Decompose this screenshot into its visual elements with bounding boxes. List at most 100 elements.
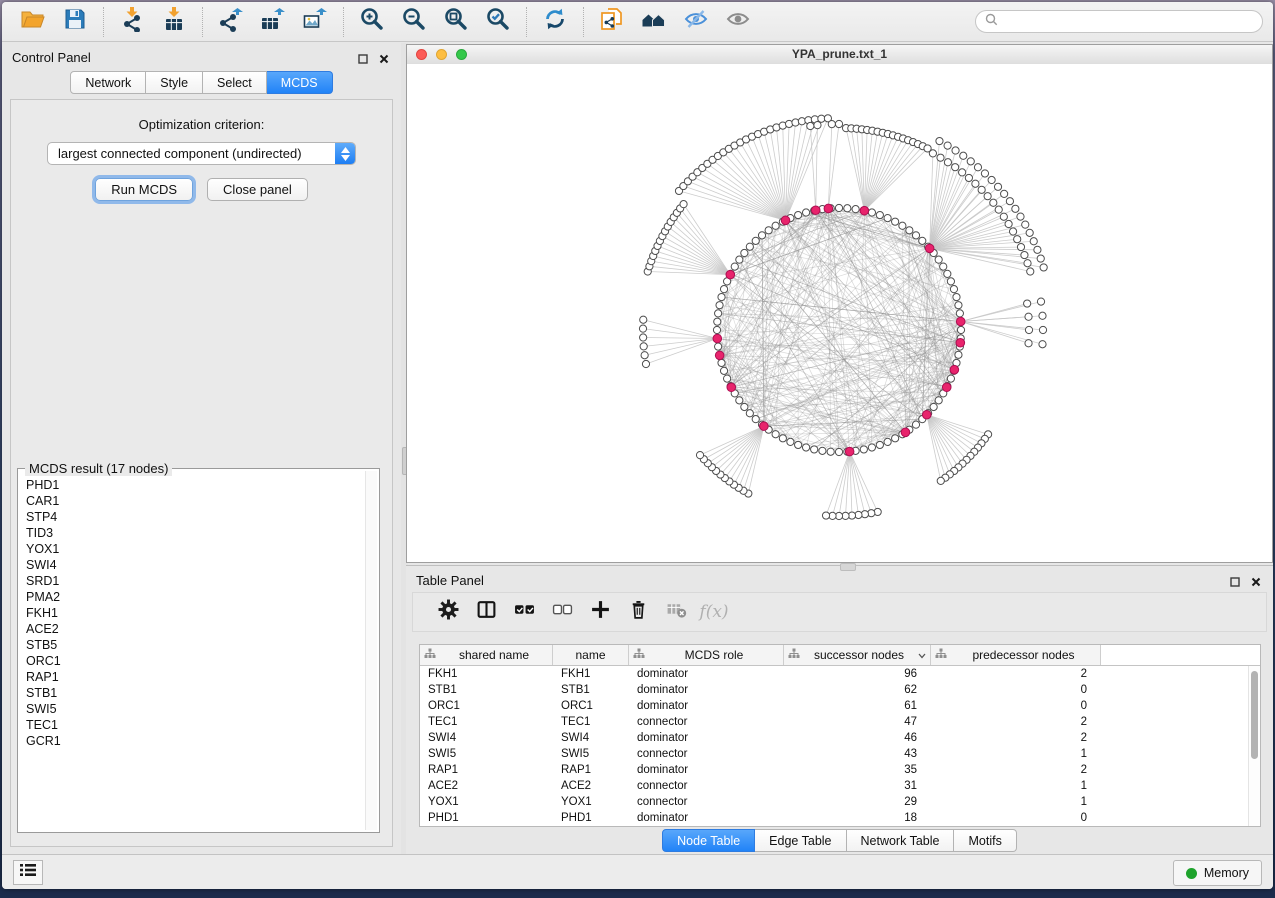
cell-predecessor-nodes: 1 — [931, 794, 1101, 810]
zoom-fit-button[interactable] — [435, 6, 477, 38]
table-row[interactable]: ORC1ORC1dominator610 — [420, 698, 1260, 714]
tab-mcds[interactable]: MCDS — [267, 71, 333, 94]
table-row[interactable]: PHD1PHD1dominator180 — [420, 810, 1260, 826]
refresh-button[interactable] — [534, 6, 576, 38]
cell-predecessor-nodes: 1 — [931, 778, 1101, 794]
mcds-result-item[interactable]: CAR1 — [26, 493, 365, 509]
table-scrollbar-thumb[interactable] — [1251, 671, 1258, 759]
mcds-panel: Optimization criterion: largest connecte… — [10, 99, 393, 847]
cell-predecessor-nodes: 0 — [931, 698, 1101, 714]
add-button[interactable] — [581, 597, 619, 627]
zoom-out-button[interactable] — [393, 6, 435, 38]
settings-button[interactable] — [429, 597, 467, 627]
table-row[interactable]: YOX1YOX1connector291 — [420, 794, 1260, 810]
close-panel-button[interactable]: Close panel — [207, 178, 308, 201]
open-button[interactable] — [12, 6, 54, 38]
import-table-button[interactable] — [153, 6, 195, 38]
network-graph[interactable] — [407, 64, 1272, 562]
table-row[interactable]: ACE2ACE2connector311 — [420, 778, 1260, 794]
run-mcds-button[interactable]: Run MCDS — [95, 178, 193, 201]
delete-button[interactable] — [619, 597, 657, 627]
task-history-button[interactable] — [13, 860, 43, 885]
mcds-result-item[interactable]: SWI5 — [26, 701, 365, 717]
float-table-panel-icon[interactable] — [1230, 574, 1240, 592]
search-input[interactable] — [1004, 14, 1253, 30]
mcds-result-item[interactable]: TEC1 — [26, 717, 365, 733]
table-panel: Table Panel f(x) shared namenameMCDS rol… — [406, 565, 1273, 855]
column-header-predecessor-nodes[interactable]: predecessor nodes — [931, 645, 1101, 665]
mcds-result-item[interactable]: SWI4 — [26, 557, 365, 573]
mcds-result-item[interactable]: RAP1 — [26, 669, 365, 685]
table-scrollbar[interactable] — [1248, 666, 1260, 826]
mcds-result-scrollbar[interactable] — [365, 471, 377, 830]
network-files-button[interactable] — [591, 6, 633, 38]
sort-desc-icon — [918, 648, 926, 662]
memory-button[interactable]: Memory — [1173, 860, 1262, 886]
cell-name: YOX1 — [553, 794, 629, 810]
mcds-result-item[interactable]: PHD1 — [26, 477, 365, 493]
zoom-selected-button[interactable] — [477, 6, 519, 38]
cell-predecessor-nodes: 0 — [931, 810, 1101, 826]
table-row[interactable]: STB1STB1dominator620 — [420, 682, 1260, 698]
mcds-result-item[interactable]: STB1 — [26, 685, 365, 701]
deselect-all-button[interactable] — [543, 597, 581, 627]
mcds-result-item[interactable]: ACE2 — [26, 621, 365, 637]
control-panel-tabbar: NetworkStyleSelectMCDS — [2, 71, 401, 94]
select-all-button[interactable] — [505, 597, 543, 627]
mcds-result-item[interactable]: STP4 — [26, 509, 365, 525]
tab-network[interactable]: Network — [70, 71, 146, 94]
table-row[interactable]: TEC1TEC1connector472 — [420, 714, 1260, 730]
tab-select[interactable]: Select — [203, 71, 267, 94]
table-destroy-button — [657, 597, 695, 627]
column-header-shared-name[interactable]: shared name — [420, 645, 553, 665]
export-network-button[interactable] — [210, 6, 252, 38]
import-network-button[interactable] — [111, 6, 153, 38]
close-window-icon[interactable] — [416, 49, 427, 60]
zoom-in-button[interactable] — [351, 6, 393, 38]
cell-name: PHD1 — [553, 810, 629, 826]
column-tree-icon — [935, 648, 947, 662]
mcds-result-item[interactable]: FKH1 — [26, 605, 365, 621]
tab-edge-table[interactable]: Edge Table — [755, 829, 846, 852]
minimize-window-icon[interactable] — [436, 49, 447, 60]
column-header-successor-nodes[interactable]: successor nodes — [784, 645, 931, 665]
first-neighbors-button[interactable] — [633, 6, 675, 38]
graph-nodes[interactable] — [639, 115, 1047, 520]
close-panel-icon[interactable] — [379, 51, 389, 69]
tab-motifs[interactable]: Motifs — [954, 829, 1016, 852]
table-row[interactable]: FKH1FKH1dominator962 — [420, 666, 1260, 682]
table-row[interactable]: RAP1RAP1dominator352 — [420, 762, 1260, 778]
column-header-name[interactable]: name — [553, 645, 629, 665]
mcds-result-item[interactable]: STB5 — [26, 637, 365, 653]
export-table-button[interactable] — [252, 6, 294, 38]
cell-MCDS-role: connector — [629, 794, 784, 810]
hide-selected-button[interactable] — [675, 6, 717, 38]
show-all-button[interactable] — [717, 6, 759, 38]
mcds-result-item[interactable]: PMA2 — [26, 589, 365, 605]
save-button[interactable] — [54, 6, 96, 38]
columns-button[interactable] — [467, 597, 505, 627]
float-panel-icon[interactable] — [358, 51, 368, 69]
toolbar-separator — [583, 7, 584, 37]
column-header-MCDS-role[interactable]: MCDS role — [629, 645, 784, 665]
tab-node-table[interactable]: Node Table — [662, 829, 755, 852]
cell-successor-nodes: 96 — [784, 666, 931, 682]
export-image-icon — [302, 6, 328, 37]
tab-style[interactable]: Style — [146, 71, 203, 94]
close-table-panel-icon[interactable] — [1251, 574, 1261, 592]
maximize-window-icon[interactable] — [456, 49, 467, 60]
mcds-result-item[interactable]: YOX1 — [26, 541, 365, 557]
mcds-result-item[interactable]: ORC1 — [26, 653, 365, 669]
mcds-result-item[interactable]: GCR1 — [26, 733, 365, 749]
mcds-result-item[interactable]: TID3 — [26, 525, 365, 541]
table-row[interactable]: SWI4SWI4dominator462 — [420, 730, 1260, 746]
search-box[interactable] — [975, 10, 1263, 33]
mcds-result-item[interactable]: SRD1 — [26, 573, 365, 589]
table-row[interactable]: SWI5SWI5connector431 — [420, 746, 1260, 762]
criterion-select[interactable]: largest connected component (undirected) — [47, 142, 356, 165]
status-bar: Memory — [2, 854, 1273, 889]
export-image-button[interactable] — [294, 6, 336, 38]
network-canvas[interactable] — [407, 64, 1272, 562]
zoom-out-icon — [401, 6, 427, 37]
tab-network-table[interactable]: Network Table — [847, 829, 955, 852]
